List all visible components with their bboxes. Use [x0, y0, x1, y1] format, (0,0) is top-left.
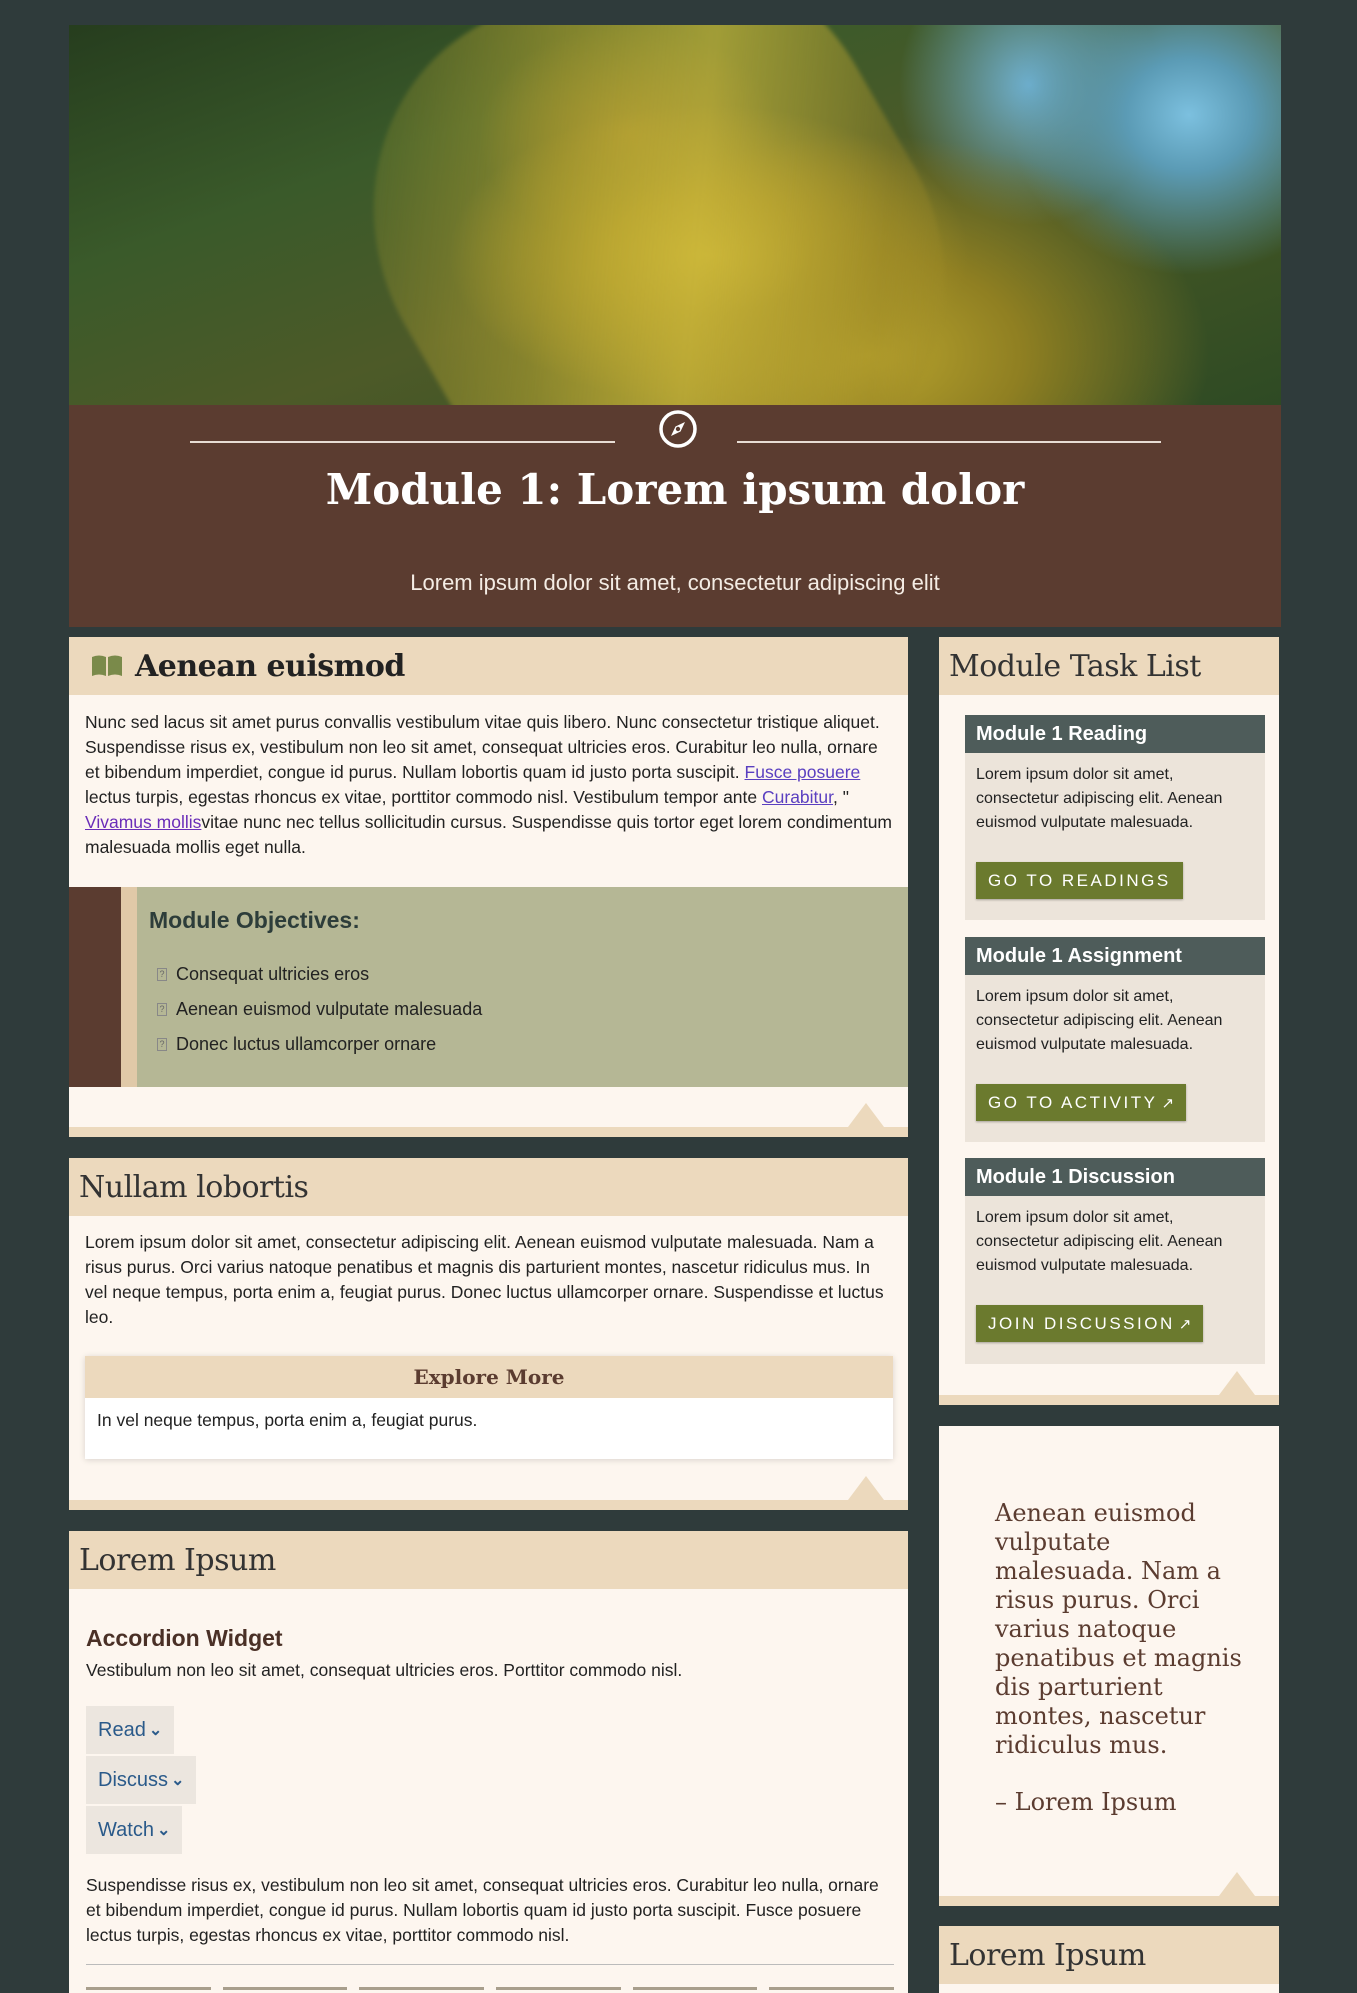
- task-discussion: Module 1 Discussion Lorem ipsum dolor si…: [965, 1158, 1265, 1364]
- objective-item: ? Donec luctus ullamcorper ornare: [157, 1027, 482, 1062]
- external-link-icon: ↗: [1178, 1316, 1192, 1333]
- card-header: Module Task List: [939, 637, 1279, 695]
- task-assignment: Module 1 Assignment Lorem ipsum dolor si…: [965, 937, 1265, 1142]
- task-title: Module 1 Discussion: [965, 1158, 1265, 1196]
- external-link-icon: ↗: [1161, 1095, 1175, 1112]
- card-nullam-lobortis: Nullam lobortis Lorem ipsum dolor sit am…: [69, 1158, 908, 1510]
- card-footer: [69, 1127, 908, 1137]
- card-title: Module Task List: [949, 648, 1201, 684]
- accordion-button-label: Discuss: [98, 1768, 169, 1791]
- go-to-readings-button[interactable]: GO TO READINGS: [976, 862, 1183, 899]
- button-label: GO TO READINGS: [988, 871, 1171, 890]
- link-vivamus-mollis[interactable]: Vivamus mollis: [85, 812, 201, 832]
- task-text: Lorem ipsum dolor sit amet, consectetur …: [976, 1209, 1223, 1274]
- banner-divider-left: [190, 441, 615, 443]
- objective-text: Donec luctus ullamcorper ornare: [176, 1034, 437, 1054]
- card-paragraph: Suspendisse risus ex, vestibulum non leo…: [86, 1875, 879, 1945]
- hero-moss-trunk: [293, 25, 1025, 405]
- mountain-icon: [1219, 1371, 1255, 1395]
- join-discussion-button[interactable]: JOIN DISCUSSION ↗: [976, 1305, 1204, 1342]
- card-lorem-ipsum-right: Lorem Ipsum: [939, 1926, 1279, 1993]
- explore-more-box: Explore More In vel neque tempus, porta …: [85, 1356, 893, 1459]
- page-title: Module 1: Lorem ipsum dolor: [325, 465, 1025, 514]
- objectives-title: Module Objectives:: [149, 907, 360, 933]
- task-text: Lorem ipsum dolor sit amet, consectetur …: [976, 988, 1223, 1053]
- thumbnail[interactable]: [86, 1987, 211, 1990]
- objectives-accent-stripe: [121, 887, 137, 1087]
- book-icon: [92, 655, 122, 676]
- objective-text: Consequat ultricies eros: [176, 964, 370, 984]
- task-reading: Module 1 Reading Lorem ipsum dolor sit a…: [965, 715, 1265, 920]
- card-intro-text: Nunc sed lacus sit amet purus convallis …: [85, 710, 895, 860]
- thumbnail[interactable]: [222, 1987, 348, 1990]
- button-label: JOIN DISCUSSION: [988, 1314, 1175, 1333]
- thumbnail[interactable]: [632, 1987, 758, 1990]
- quote-card: Aenean euismod vulputate malesuada. Nam …: [939, 1426, 1279, 1906]
- objective-item: ? Consequat ultricies eros: [157, 957, 482, 992]
- card-footer: [69, 1500, 908, 1510]
- quote-text: Aenean euismod vulputate malesuada. Nam …: [995, 1499, 1242, 1759]
- thumbnail[interactable]: [496, 1987, 621, 1990]
- bullet-icon: ?: [157, 1003, 167, 1016]
- card-lorem-ipsum: Lorem Ipsum Accordion Widget Vestibulum …: [69, 1531, 908, 1993]
- card-text: Lorem ipsum dolor sit amet, consectetur …: [85, 1232, 884, 1327]
- link-curabitur[interactable]: Curabitur: [762, 787, 833, 807]
- explore-more-text: In vel neque tempus, porta enim a, feugi…: [97, 1410, 478, 1430]
- thumbnail[interactable]: [769, 1987, 895, 1990]
- compass-icon: [659, 410, 697, 448]
- bullet-icon: ?: [157, 968, 167, 981]
- module-banner: Module 1: Lorem ipsum dolor Lorem ipsum …: [69, 405, 1281, 627]
- button-label: GO TO ACTIVITY: [988, 1093, 1158, 1112]
- accordion-discuss-button[interactable]: Discuss ⌄: [86, 1756, 197, 1804]
- intro-text-part: , ": [833, 787, 849, 807]
- page-subtitle: Lorem ipsum dolor sit amet, consectetur …: [410, 570, 940, 595]
- objectives-list: ? Consequat ultricies eros ? Aenean euismo…: [157, 957, 482, 1062]
- mountain-icon: [848, 1476, 884, 1500]
- card-aenean-euismod: Aenean euismod Nunc sed lacus sit amet p…: [69, 637, 908, 1137]
- accordion-button-label: Watch: [98, 1818, 154, 1841]
- card-header: Nullam lobortis: [69, 1158, 908, 1216]
- card-footer: [939, 1896, 1279, 1906]
- accordion-button-label: Read: [98, 1718, 146, 1741]
- intro-text-part: lectus turpis, egestas rhoncus ex vitae,…: [85, 787, 762, 807]
- thumbnail[interactable]: [359, 1987, 485, 1990]
- chevron-down-icon: ⌄: [156, 1822, 171, 1839]
- task-text: Lorem ipsum dolor sit amet, consectetur …: [976, 766, 1223, 831]
- accordion-title: Accordion Widget: [86, 1625, 283, 1651]
- chevron-down-icon: ⌄: [171, 1772, 185, 1789]
- mountain-icon: [848, 1103, 884, 1127]
- module-task-list: Module Task List Module 1 Reading Lorem …: [939, 637, 1279, 1405]
- link-fusce-posuere[interactable]: Fusce posuere: [745, 762, 861, 782]
- objective-text: Aenean euismod vulputate malesuada: [176, 999, 483, 1019]
- thumbnail-strip: [86, 1987, 895, 1993]
- objectives-accent-bar: [69, 887, 121, 1087]
- intro-text-part: vitae nunc nec tellus sollicitudin cursu…: [85, 812, 893, 857]
- task-title: Module 1 Assignment: [965, 937, 1265, 975]
- card-footer: [939, 1395, 1279, 1405]
- go-to-activity-button[interactable]: GO TO ACTIVITY ↗: [976, 1084, 1187, 1121]
- mountain-icon: [1219, 1872, 1255, 1896]
- card-title: Nullam lobortis: [79, 1169, 309, 1205]
- card-header: Lorem Ipsum: [939, 1926, 1279, 1984]
- module-objectives: Module Objectives: ? Consequat ultricies …: [69, 887, 908, 1087]
- divider: [86, 1964, 894, 1965]
- chevron-down-icon: ⌄: [148, 1722, 163, 1739]
- accordion-watch-button[interactable]: Watch ⌄: [86, 1806, 183, 1854]
- task-title: Module 1 Reading: [965, 715, 1265, 753]
- card-header: Lorem Ipsum: [69, 1531, 908, 1589]
- accordion-read-button[interactable]: Read ⌄: [86, 1706, 175, 1754]
- quote-author: – Lorem Ipsum: [995, 1788, 1177, 1816]
- explore-more-title: Explore More: [85, 1356, 893, 1398]
- banner-divider-right: [737, 441, 1161, 443]
- objective-item: ? Aenean euismod vulputate malesuada: [157, 992, 482, 1027]
- card-title: Lorem Ipsum: [949, 1937, 1146, 1973]
- card-title: Lorem Ipsum: [79, 1542, 276, 1578]
- card-header: Aenean euismod: [69, 637, 908, 695]
- card-title: Aenean euismod: [135, 648, 405, 684]
- hero-image: [69, 25, 1281, 405]
- bullet-icon: ?: [157, 1038, 167, 1051]
- accordion-description: Vestibulum non leo sit amet, consequat u…: [86, 1660, 683, 1680]
